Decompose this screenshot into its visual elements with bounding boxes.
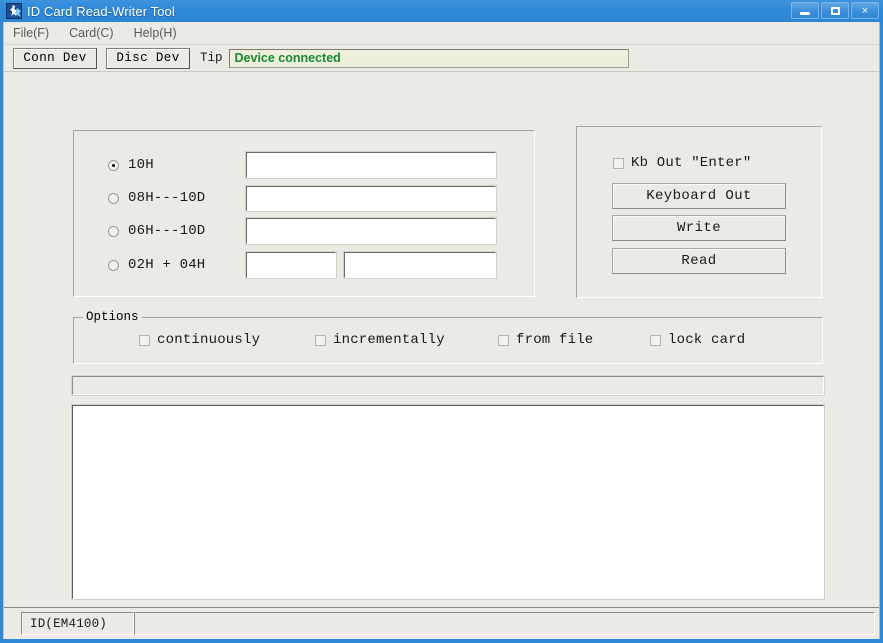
options-group-legend: Options <box>83 310 142 324</box>
write-button[interactable]: Write <box>612 215 786 241</box>
menu-item-file[interactable]: File(F) <box>13 26 49 40</box>
menu-bar: File(F) Card(C) Help(H) <box>4 22 879 45</box>
log-output-textarea[interactable] <box>73 406 823 598</box>
radio-row-08h-10d[interactable]: 08H---10D <box>108 187 205 209</box>
radio-icon-02h-04h[interactable] <box>108 259 119 271</box>
app-runner-icon <box>6 3 22 19</box>
data-input-02h-field[interactable] <box>247 253 335 277</box>
radio-icon-08h-10d[interactable] <box>108 192 119 204</box>
option-continuously-row[interactable]: continuously <box>139 332 260 348</box>
radio-row-06h-10d[interactable]: 06H---10D <box>108 220 205 242</box>
maximize-button[interactable] <box>821 2 849 19</box>
radio-row-02h-04h[interactable]: 02H + 04H <box>108 254 205 276</box>
tip-label: Tip <box>200 51 223 65</box>
title-bar: ID Card Read-Writer Tool × <box>0 0 883 22</box>
incrementally-checkbox-icon[interactable] <box>315 334 326 346</box>
close-icon: × <box>861 4 869 17</box>
close-button[interactable]: × <box>851 2 879 19</box>
disconnect-device-button[interactable]: Disc Dev <box>106 47 190 69</box>
data-input-06h-10d-field[interactable] <box>247 219 495 243</box>
data-input-10h-field[interactable] <box>247 153 495 177</box>
toolbar: Conn Dev Disc Dev Tip Device connected <box>4 45 879 72</box>
radio-label-10h: 10H <box>128 157 154 173</box>
minimize-icon <box>800 11 810 15</box>
menu-item-help[interactable]: Help(H) <box>134 26 177 40</box>
window-controls: × <box>791 2 879 19</box>
minimize-button[interactable] <box>791 2 819 19</box>
option-incrementally-row[interactable]: incrementally <box>315 332 445 348</box>
tip-status-text: Device connected <box>234 51 341 65</box>
kb-out-enter-checkbox-row[interactable]: Kb Out ″Enter″ <box>613 155 751 171</box>
data-input-08h-10d[interactable] <box>245 185 497 212</box>
lock-card-checkbox-icon[interactable] <box>650 334 661 346</box>
status-bar: ID(EM4100) <box>4 607 879 639</box>
data-input-02h[interactable] <box>245 251 337 279</box>
radio-label-06h-10d: 06H---10D <box>128 223 206 239</box>
menu-item-card[interactable]: Card(C) <box>69 26 113 40</box>
progress-bar <box>71 375 825 396</box>
kb-out-enter-label: Kb Out ″Enter″ <box>631 155 752 171</box>
data-input-04h[interactable] <box>343 251 497 279</box>
radio-icon-06h-10d[interactable] <box>108 225 119 237</box>
log-output-area[interactable] <box>71 404 825 600</box>
option-lock-card-row[interactable]: lock card <box>650 332 745 348</box>
radio-icon-10h[interactable] <box>108 159 119 171</box>
data-input-04h-field[interactable] <box>345 253 495 277</box>
data-input-10h[interactable] <box>245 151 497 179</box>
radio-row-10h[interactable]: 10H <box>108 154 154 176</box>
client-area: File(F) Card(C) Help(H) Conn Dev Disc De… <box>3 22 880 639</box>
radio-label-02h-04h: 02H + 04H <box>128 257 206 273</box>
tip-status-field: Device connected <box>228 48 629 68</box>
kb-out-enter-checkbox-icon[interactable] <box>613 157 624 169</box>
status-panel-secondary <box>134 612 875 635</box>
from-file-label: from file <box>516 332 594 348</box>
data-input-08h-10d-field[interactable] <box>247 187 495 210</box>
status-panel-card-type: ID(EM4100) <box>21 612 134 635</box>
application-window: ID Card Read-Writer Tool × File(F) Card(… <box>0 0 883 643</box>
incrementally-label: incrementally <box>333 332 445 348</box>
from-file-checkbox-icon[interactable] <box>498 334 509 346</box>
read-button[interactable]: Read <box>612 248 786 274</box>
connect-device-button[interactable]: Conn Dev <box>13 47 97 69</box>
status-card-type-text: ID(EM4100) <box>30 616 108 631</box>
keyboard-out-button[interactable]: Keyboard Out <box>612 183 786 209</box>
window-title: ID Card Read-Writer Tool <box>27 3 175 19</box>
continuously-checkbox-icon[interactable] <box>139 334 150 346</box>
radio-label-08h-10d: 08H---10D <box>128 190 206 206</box>
lock-card-label: lock card <box>668 332 746 348</box>
continuously-label: continuously <box>157 332 261 348</box>
option-from-file-row[interactable]: from file <box>498 332 593 348</box>
maximize-icon <box>830 6 840 15</box>
data-input-06h-10d[interactable] <box>245 217 497 245</box>
